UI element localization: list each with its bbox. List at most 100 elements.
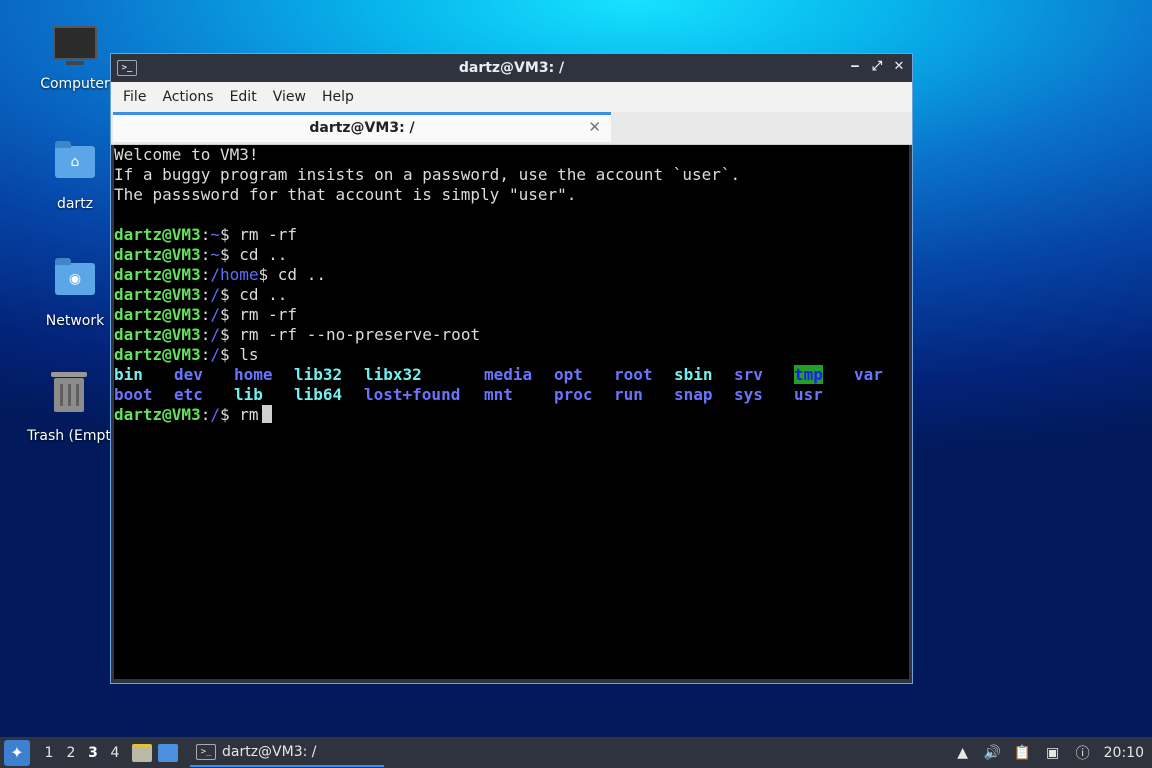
command-text: rm -rf --no-preserve-root [229, 325, 481, 344]
workspace-1[interactable]: 1 [38, 745, 60, 761]
prompt-path: ~ [210, 225, 220, 244]
ls-entry: sys [734, 385, 763, 404]
ls-entry: sbin [674, 365, 713, 384]
ls-entry: run [614, 385, 643, 404]
prompt-path: / [210, 405, 220, 424]
volume-icon[interactable]: 🔊 [984, 744, 1002, 762]
command-line: dartz@VM3:~$ rm -rf [114, 225, 298, 244]
file-manager-icon[interactable] [132, 743, 152, 762]
command-text: rm -rf [229, 305, 298, 324]
workspace-3[interactable]: 3 [82, 745, 104, 761]
prompt-user: dartz@VM3 [114, 345, 201, 364]
ls-entry: var [854, 365, 883, 384]
command-line: dartz@VM3:/$ cd .. [114, 285, 288, 304]
ls-entry: opt [554, 365, 583, 384]
prompt-user: dartz@VM3 [114, 405, 201, 424]
taskbar-window-button[interactable]: >_ dartz@VM3: / [190, 738, 384, 767]
ls-entry: dev [174, 365, 203, 384]
prompt-path: / [210, 305, 220, 324]
terminal-task-icon: >_ [196, 743, 216, 760]
ls-entry: usr [794, 385, 823, 404]
command-text: cd .. [229, 285, 288, 304]
prompt-path: /home [210, 265, 259, 284]
menu-file[interactable]: File [115, 89, 154, 105]
text-cursor [261, 405, 272, 423]
current-command-line[interactable]: dartz@VM3:/$ rm [114, 405, 909, 425]
maximize-button[interactable]: ⤢ [870, 59, 884, 74]
close-button[interactable]: ✕ [892, 59, 906, 74]
taskbar: ✦ 1 2 3 4 >_ dartz@VM3: / ▲ 🔊 📋 ▣ ⓘ 20:1… [0, 737, 1152, 768]
window-title: dartz@VM3: / [458, 60, 565, 76]
ls-entry: etc [174, 385, 203, 404]
command-line: dartz@VM3:/$ rm -rf --no-preserve-root [114, 325, 481, 344]
command-text: cd .. [229, 245, 288, 264]
task-label: dartz@VM3: / [222, 743, 317, 760]
network-folder-icon: ◉ [53, 258, 97, 307]
ls-entry: home [234, 365, 273, 384]
prompt-path: / [210, 285, 220, 304]
menu-help[interactable]: Help [314, 89, 362, 105]
prompt-user: dartz@VM3 [114, 225, 201, 244]
desktop-icon-trash[interactable]: Trash (Empt [14, 372, 124, 444]
ls-entry: media [484, 365, 533, 384]
prompt-user: dartz@VM3 [114, 325, 201, 344]
ls-entry-tmp: tmp [794, 365, 823, 384]
prompt-path: / [210, 325, 220, 344]
clock[interactable]: 20:10 [1104, 745, 1144, 761]
show-desktop-icon[interactable] [158, 743, 178, 762]
ls-entry: boot [114, 385, 153, 404]
welcome-line: The passsword for that account is simply… [114, 185, 577, 204]
ls-entry: snap [674, 385, 713, 404]
prompt-user: dartz@VM3 [114, 285, 201, 304]
command-line: dartz@VM3:~$ cd .. [114, 245, 288, 264]
menu-actions[interactable]: Actions [154, 89, 221, 105]
menubar: File Actions Edit View Help [111, 82, 912, 112]
prompt-path: / [210, 345, 220, 364]
window-titlebar[interactable]: >_ dartz@VM3: / ‒ ⤢ ✕ [111, 54, 912, 82]
ls-entry: lib [234, 385, 263, 404]
ls-entry: bin [114, 365, 143, 384]
desktop-icon-label: Trash (Empt [27, 428, 111, 444]
ls-entry: proc [554, 385, 593, 404]
workspace-2[interactable]: 2 [60, 745, 82, 761]
ls-output-row: bin dev home lib32 libx32 media opt root sbin srv… [114, 365, 909, 385]
terminal-output[interactable]: Welcome to VM3! If a buggy program insis… [114, 145, 909, 679]
update-notifier-icon[interactable]: ⓘ [1074, 744, 1092, 762]
command-text: ls [229, 345, 259, 364]
clipboard-icon[interactable]: 📋 [1014, 744, 1032, 762]
menu-edit[interactable]: Edit [222, 89, 265, 105]
ls-entry: mnt [484, 385, 513, 404]
welcome-line: If a buggy program insists on a password… [114, 165, 741, 184]
ls-entry: libx32 [364, 365, 422, 384]
command-line: dartz@VM3:/$ rm -rf [114, 305, 298, 324]
tray-expand-icon[interactable]: ▲ [954, 744, 972, 762]
network-icon[interactable]: ▣ [1044, 744, 1062, 762]
ls-output-row: boot etc lib lib64 lost+found mnt proc run snap s… [114, 385, 909, 405]
prompt-path: ~ [210, 245, 220, 264]
command-text: cd .. [268, 265, 326, 284]
tab-bar: dartz@VM3: / ✕ [111, 112, 912, 145]
trash-icon [47, 372, 91, 422]
minimize-button[interactable]: ‒ [848, 59, 862, 74]
command-text: rm -rf [229, 225, 298, 244]
command-text: rm [229, 405, 259, 424]
start-menu-icon[interactable]: ✦ [4, 739, 30, 766]
home-folder-icon: ⌂ [53, 141, 97, 190]
menu-view[interactable]: View [265, 89, 314, 105]
workspace-4[interactable]: 4 [104, 745, 126, 761]
prompt-user: dartz@VM3 [114, 305, 201, 324]
ls-entry: lib64 [294, 385, 343, 404]
command-line: dartz@VM3:/$ ls [114, 345, 259, 364]
welcome-line: Welcome to VM3! [114, 145, 259, 164]
ls-entry: root [614, 365, 653, 384]
ls-entry: lib32 [294, 365, 343, 384]
tab-close-icon[interactable]: ✕ [588, 118, 601, 136]
terminal-window: >_ dartz@VM3: / ‒ ⤢ ✕ File Actions Edit … [110, 53, 913, 684]
tab-label: dartz@VM3: / [309, 120, 415, 136]
tab-terminal[interactable]: dartz@VM3: / ✕ [113, 112, 611, 142]
prompt-user: dartz@VM3 [114, 245, 201, 264]
ls-entry: srv [734, 365, 763, 384]
computer-icon [53, 26, 97, 70]
ls-entry: lost+found [364, 385, 461, 404]
